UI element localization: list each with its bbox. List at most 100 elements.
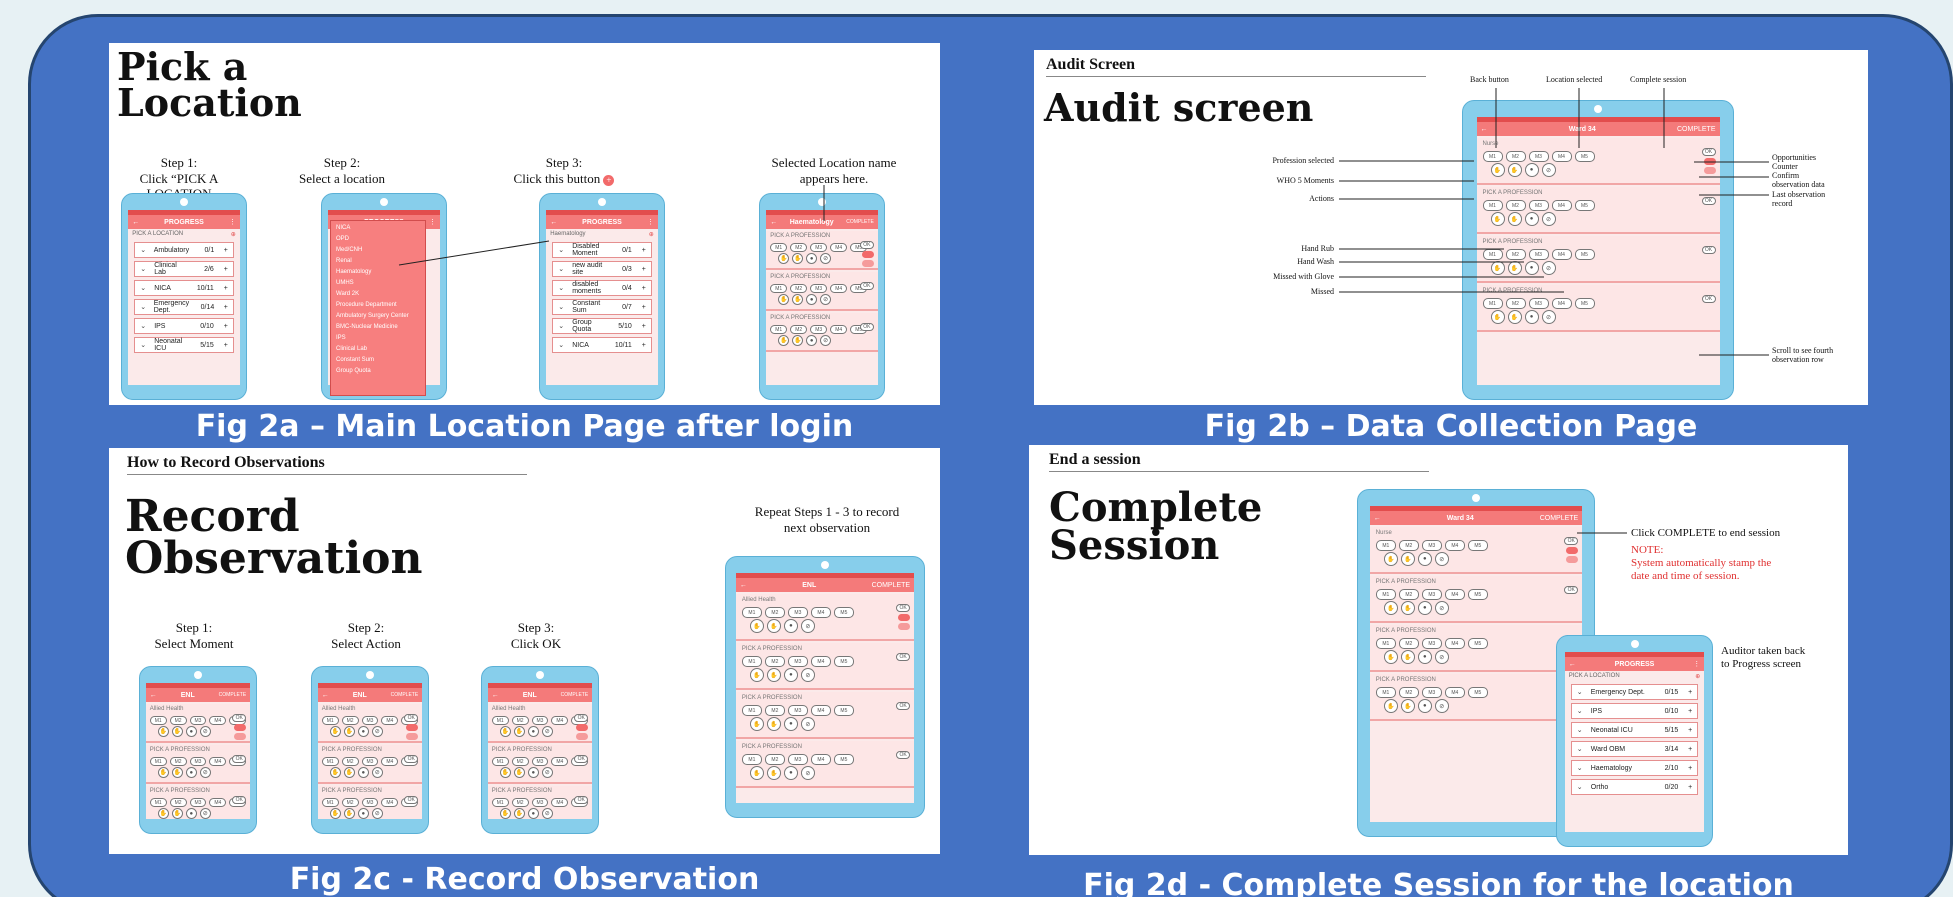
- hand-rub-icon[interactable]: ✋: [329, 726, 341, 737]
- moment-button[interactable]: M1: [149, 798, 167, 807]
- moment-button[interactable]: M5: [1467, 638, 1488, 649]
- dropdown-item[interactable]: Renal: [336, 256, 420, 267]
- ok-button[interactable]: OK: [574, 755, 589, 763]
- moment-button[interactable]: M2: [1398, 540, 1419, 551]
- moment-button[interactable]: M1: [741, 754, 762, 765]
- moment-button[interactable]: M3: [1421, 638, 1442, 649]
- hand-wash-icon[interactable]: ✋: [513, 808, 525, 819]
- moment-button[interactable]: M2: [764, 754, 785, 765]
- moment-button[interactable]: M2: [764, 705, 785, 716]
- hand-wash-icon[interactable]: ✋: [1400, 601, 1415, 615]
- profession-header[interactable]: PICK A PROFESSION: [150, 747, 246, 756]
- moment-button[interactable]: M2: [169, 716, 187, 725]
- hand-wash-icon[interactable]: ✋: [1507, 310, 1522, 324]
- hand-rub-icon[interactable]: ✋: [1490, 163, 1505, 177]
- moment-button[interactable]: M4: [209, 757, 227, 766]
- moment-button[interactable]: M5: [833, 754, 854, 765]
- moment-button[interactable]: M4: [381, 716, 399, 725]
- moment-button[interactable]: M3: [787, 754, 808, 765]
- hand-wash-icon[interactable]: ✋: [766, 668, 781, 682]
- plus-icon[interactable]: +: [214, 285, 228, 292]
- hand-wash-icon[interactable]: ✋: [171, 767, 183, 778]
- hand-rub-icon[interactable]: ✋: [778, 253, 790, 264]
- moment-button[interactable]: M5: [833, 705, 854, 716]
- profession-header[interactable]: PICK A PROFESSION: [1483, 239, 1714, 248]
- moment-button[interactable]: M2: [341, 716, 359, 725]
- profession-header[interactable]: PICK A PROFESSION: [1376, 677, 1576, 686]
- missed-icon[interactable]: ⊘: [1541, 163, 1556, 177]
- moment-button[interactable]: M1: [1482, 200, 1503, 211]
- moment-button[interactable]: M3: [361, 757, 379, 766]
- ok-button[interactable]: OK: [574, 714, 589, 722]
- moment-button[interactable]: M2: [341, 798, 359, 807]
- profession-header[interactable]: PICK A PROFESSION: [742, 646, 908, 655]
- missed-icon[interactable]: ⊘: [541, 808, 553, 819]
- dropdown-item[interactable]: Haematology: [336, 267, 420, 278]
- moment-button[interactable]: M2: [169, 757, 187, 766]
- ok-button[interactable]: OK: [896, 751, 911, 759]
- moment-button[interactable]: M4: [1444, 540, 1465, 551]
- complete-button[interactable]: COMPLETE: [561, 692, 589, 698]
- missed-icon[interactable]: ⊘: [800, 766, 815, 780]
- plus-icon[interactable]: +: [214, 266, 228, 273]
- moment-button[interactable]: M5: [1467, 687, 1488, 698]
- moment-button[interactable]: M5: [1574, 200, 1595, 211]
- missed-icon[interactable]: ⊘: [800, 619, 815, 633]
- location-row[interactable]: ⌄ Ward OBM 3/14 +: [1570, 741, 1699, 757]
- hand-wash-icon[interactable]: ✋: [792, 335, 804, 346]
- location-row[interactable]: ⌄ NICA 10/11 +: [134, 280, 234, 296]
- moment-button[interactable]: M2: [1505, 249, 1526, 260]
- glove-icon[interactable]: ●: [1524, 212, 1539, 226]
- ok-button[interactable]: OK: [896, 653, 911, 661]
- back-arrow-icon[interactable]: ←: [1481, 126, 1488, 133]
- dropdown-item[interactable]: BMC-Nuclear Medicine: [336, 322, 420, 333]
- moment-button[interactable]: M2: [1505, 151, 1526, 162]
- moment-button[interactable]: M1: [770, 284, 788, 293]
- missed-icon[interactable]: ⊘: [820, 335, 832, 346]
- plus-icon[interactable]: +: [1678, 708, 1692, 715]
- missed-icon[interactable]: ⊘: [820, 253, 832, 264]
- missed-icon[interactable]: ⊘: [1434, 650, 1449, 664]
- dropdown-item[interactable]: IPS: [336, 333, 420, 344]
- glove-icon[interactable]: ●: [1417, 601, 1432, 615]
- missed-icon[interactable]: ⊘: [371, 767, 383, 778]
- moment-button[interactable]: M2: [790, 325, 808, 334]
- moment-button[interactable]: M1: [1375, 687, 1396, 698]
- glove-icon[interactable]: ●: [185, 767, 197, 778]
- location-row[interactable]: ⌄ Emergency Dept. 0/15 +: [1570, 684, 1699, 700]
- glove-icon[interactable]: ●: [1417, 552, 1432, 566]
- moment-button[interactable]: M3: [361, 716, 379, 725]
- moment-button[interactable]: M5: [1467, 589, 1488, 600]
- location-row[interactable]: ⌄ Clinical Lab 2/6 +: [134, 261, 234, 277]
- moment-button[interactable]: M4: [1551, 298, 1572, 309]
- moment-button[interactable]: M5: [833, 656, 854, 667]
- ok-button[interactable]: OK: [404, 755, 419, 763]
- ok-button[interactable]: OK: [574, 796, 589, 804]
- missed-icon[interactable]: ⊘: [1434, 601, 1449, 615]
- profession-header[interactable]: PICK A PROFESSION: [1483, 190, 1714, 199]
- moment-button[interactable]: M3: [531, 716, 549, 725]
- moment-button[interactable]: M4: [209, 716, 227, 725]
- moment-button[interactable]: M2: [169, 798, 187, 807]
- moment-button[interactable]: M4: [830, 284, 848, 293]
- moment-button[interactable]: M3: [787, 656, 808, 667]
- moment-button[interactable]: M4: [209, 798, 227, 807]
- moment-button[interactable]: M4: [1444, 638, 1465, 649]
- glove-icon[interactable]: ●: [783, 766, 798, 780]
- missed-icon[interactable]: ⊘: [199, 767, 211, 778]
- profession-header[interactable]: PICK A PROFESSION: [1376, 628, 1576, 637]
- menu-icon[interactable]: ⋮: [229, 218, 236, 226]
- moment-button[interactable]: M3: [531, 757, 549, 766]
- moment-button[interactable]: M3: [1528, 298, 1549, 309]
- plus-icon[interactable]: +: [632, 304, 646, 311]
- moment-button[interactable]: M5: [1467, 540, 1488, 551]
- moment-button[interactable]: M3: [189, 757, 207, 766]
- glove-icon[interactable]: ●: [357, 726, 369, 737]
- hand-wash-icon[interactable]: ✋: [343, 767, 355, 778]
- moment-button[interactable]: M3: [1528, 249, 1549, 260]
- dropdown-item[interactable]: OPD: [336, 234, 420, 245]
- moment-button[interactable]: M3: [810, 243, 828, 252]
- ok-button[interactable]: OK: [1564, 586, 1579, 594]
- hand-wash-icon[interactable]: ✋: [766, 717, 781, 731]
- glove-icon[interactable]: ●: [806, 335, 818, 346]
